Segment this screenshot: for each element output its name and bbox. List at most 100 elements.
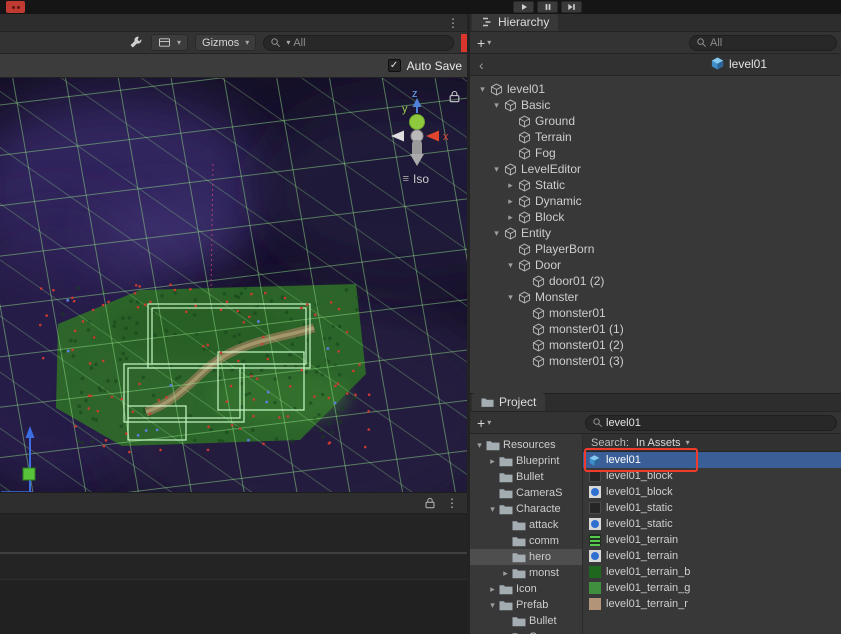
hierarchy-item-terrain[interactable]: Terrain [470,129,841,145]
foldout-open-icon[interactable]: ▾ [490,228,503,239]
folder-characte[interactable]: ▾Characte [470,501,582,517]
hierarchy-search-field[interactable] [689,35,837,51]
dropdown-caret-icon[interactable]: ▾ [485,418,491,427]
hierarchy-item-basic[interactable]: ▾Basic [470,97,841,113]
hierarchy-item-level01[interactable]: ▾level01 [470,81,841,97]
app-icon[interactable] [6,1,25,13]
folder-attack[interactable]: attack [470,517,582,533]
foldout-closed-icon[interactable]: ▸ [486,584,499,595]
foldout-open-icon[interactable]: ▾ [486,504,499,515]
folder-monst[interactable]: ▸monst [470,565,582,581]
gameobject-cube-icon [489,82,504,97]
folder-hero[interactable]: hero [470,549,582,565]
foldout-closed-icon[interactable]: ▸ [504,180,517,191]
hierarchy-item-monster01-1[interactable]: monster01 (1) [470,321,841,337]
folder-icon [512,552,526,563]
add-asset-button[interactable]: + [470,416,485,430]
foldout-closed-icon[interactable]: ▸ [499,568,512,579]
hierarchy-item-label: Block [535,210,564,224]
result-level01-terrain[interactable]: level01_terrain [583,548,841,564]
hierarchy-item-static[interactable]: ▸Static [470,177,841,193]
add-object-button[interactable]: + [470,36,485,50]
shading-mode-dropdown[interactable]: ▾ [151,34,188,51]
hierarchy-item-entity[interactable]: ▾Entity [470,225,841,241]
scene-search-field[interactable]: ▾ [263,35,454,51]
hierarchy-item-fog[interactable]: Fog [470,145,841,161]
project-search-field[interactable] [585,415,837,431]
tab-hierarchy[interactable]: Hierarchy [472,13,558,31]
gameobject-cube-icon [531,354,546,369]
foldout-closed-icon[interactable]: ▸ [504,196,517,207]
lock-icon[interactable] [424,497,436,509]
result-level01-static[interactable]: level01_static [583,516,841,532]
folder-comm[interactable]: Comm [470,629,582,634]
foldout-closed-icon[interactable]: ▸ [504,212,517,223]
result-level01-terrain-g[interactable]: level01_terrain_g [583,580,841,596]
autosave-checkbox[interactable]: ✓ [388,59,401,72]
hierarchy-item-ground[interactable]: Ground [470,113,841,129]
scene-orientation-gizmo[interactable]: z y x [379,86,455,172]
scene-viewport[interactable]: z y x ≡ Iso [0,78,467,492]
result-level01-block[interactable]: level01_block [583,468,841,484]
panel-menu-icon[interactable]: ⋮ [446,496,458,510]
folder-label: comm [529,535,559,547]
foldout-open-icon[interactable]: ▾ [476,84,489,95]
gameobject-cube-icon [517,242,532,257]
hierarchy-item-door[interactable]: ▾ Door [470,257,841,273]
foldout-open-icon[interactable]: ▾ [486,600,499,611]
gameobject-cube-icon [517,258,532,273]
folder-icon[interactable]: ▸Icon [470,581,582,597]
result-level01-terrain[interactable]: level01_terrain [583,532,841,548]
projection-mode-toggle[interactable]: ≡ Iso [403,172,429,186]
foldout-open-icon[interactable]: ▾ [504,292,517,303]
hierarchy-item-monster01[interactable]: monster01 [470,305,841,321]
scene-search-input[interactable] [293,37,447,49]
gameobject-cube-icon [517,178,532,193]
folder-cameras[interactable]: CameraS [470,485,582,501]
breadcrumb-current-scene[interactable]: level01 [710,56,767,71]
tools-icon[interactable] [129,35,144,50]
hierarchy-item-label: Door [535,258,561,272]
window-menu-icon[interactable]: ⋮ [447,16,459,30]
folder-prefab[interactable]: ▾Prefab [470,597,582,613]
result-level01[interactable]: level01 [583,452,841,468]
result-level01-static[interactable]: level01_static [583,500,841,516]
pause-button[interactable] [537,1,558,13]
folder-resources[interactable]: ▾Resources [470,437,582,453]
hierarchy-item-playerborn[interactable]: PlayerBorn [470,241,841,257]
hierarchy-search-input[interactable] [710,37,830,49]
hierarchy-item-block[interactable]: ▸ Block [470,209,841,225]
folder-icon [499,600,513,611]
hierarchy-item-leveleditor[interactable]: ▾LevelEditor [470,161,841,177]
result-level01-block[interactable]: level01_block [583,484,841,500]
search-filter-caret-icon[interactable]: ▾ [284,38,290,47]
foldout-open-icon[interactable]: ▾ [504,260,517,271]
folder-bullet[interactable]: Bullet [470,469,582,485]
step-button[interactable] [561,1,582,13]
hierarchy-item-monster01-3[interactable]: monster01 (3) [470,353,841,369]
foldout-open-icon[interactable]: ▾ [490,164,503,175]
scene-toolbar: ▾ Gizmos ▾ ▾ [0,32,467,54]
tab-project[interactable]: Project [472,393,545,411]
folder-comm[interactable]: comm [470,533,582,549]
back-chevron-icon[interactable]: ‹ [470,57,493,73]
hierarchy-item-monster[interactable]: ▾Monster [470,289,841,305]
hierarchy-item-door01-2[interactable]: door01 (2) [470,273,841,289]
foldout-closed-icon[interactable]: ▸ [486,456,499,467]
lock-icon[interactable] [448,90,461,108]
dropdown-caret-icon[interactable]: ▾ [485,38,491,47]
foldout-open-icon[interactable]: ▾ [473,440,486,451]
foldout-open-icon[interactable]: ▾ [490,100,503,111]
search-scope-dropdown[interactable]: In Assets ▾ [636,437,690,449]
folder-blueprint[interactable]: ▸Blueprint [470,453,582,469]
result-level01-terrain-b[interactable]: level01_terrain_b [583,564,841,580]
gizmos-dropdown[interactable]: Gizmos ▾ [195,34,256,51]
result-label: level01_terrain_g [606,582,690,594]
hierarchy-item-dynamic[interactable]: ▸Dynamic [470,193,841,209]
folder-bullet[interactable]: Bullet [470,613,582,629]
hierarchy-item-monster01-2[interactable]: monster01 (2) [470,337,841,353]
gameobject-cube-icon [517,114,532,129]
result-level01-terrain-r[interactable]: level01_terrain_r [583,596,841,612]
play-button[interactable] [513,1,534,13]
project-search-input[interactable] [606,417,830,429]
